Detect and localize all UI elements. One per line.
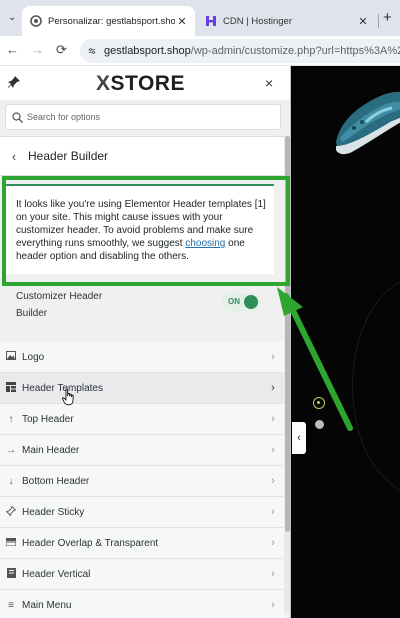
tab-separator bbox=[378, 14, 379, 28]
tab-title: CDN | Hostinger bbox=[223, 15, 292, 27]
chevron-right-icon: › bbox=[271, 506, 275, 518]
section-header: ‹ Header Builder bbox=[0, 136, 290, 176]
menu-item-header-overlap[interactable]: Header Overlap & Transparent › bbox=[0, 528, 285, 559]
browser-tab-bar: ⌄ Personalizar: gestlabsport.shop ✕ CDN … bbox=[0, 0, 400, 36]
back-button[interactable]: ← bbox=[6, 42, 19, 57]
screenshot-root: ⌄ Personalizar: gestlabsport.shop ✕ CDN … bbox=[0, 0, 400, 618]
arrow-down-icon: ↓ bbox=[8, 475, 14, 487]
chevron-right-icon: › bbox=[271, 475, 275, 487]
arrow-up-icon: ↑ bbox=[8, 413, 14, 425]
menu-item-header-templates[interactable]: Header Templates › bbox=[0, 373, 285, 404]
section-back-button[interactable]: ‹ bbox=[0, 149, 28, 164]
vertical-icon bbox=[0, 567, 22, 581]
pin-icon[interactable] bbox=[7, 75, 21, 89]
section-title: Header Builder bbox=[28, 149, 109, 163]
customizer-header-builder-toggle-row: Customizer Header Builder ON bbox=[0, 282, 290, 328]
chevron-right-icon: › bbox=[271, 568, 275, 580]
site-preview: ‹ bbox=[292, 66, 400, 618]
search-input[interactable] bbox=[27, 112, 267, 122]
switch-state: ON bbox=[228, 297, 240, 306]
xstore-logo: XSTORE bbox=[96, 72, 185, 95]
slider-dot-active[interactable] bbox=[313, 397, 325, 409]
chrome-favicon-icon bbox=[30, 15, 42, 27]
url-host: gestlabsport.shop bbox=[103, 45, 191, 57]
toggle-label: Customizer Header Builder bbox=[16, 291, 103, 319]
tab-hostinger[interactable]: CDN | Hostinger ✕ bbox=[198, 6, 376, 36]
sneaker-image bbox=[336, 91, 400, 155]
reload-button[interactable]: ⟳ bbox=[56, 42, 67, 58]
search-icon bbox=[12, 111, 23, 123]
chevron-right-icon: › bbox=[271, 599, 275, 611]
header-builder-menu: Logo › Header Templates › ↑ Top Header ›… bbox=[0, 342, 285, 618]
background-ring bbox=[352, 276, 400, 496]
pin-icon bbox=[0, 505, 22, 519]
chevron-right-icon: › bbox=[271, 413, 275, 425]
slider-dot[interactable] bbox=[315, 420, 324, 429]
hand-cursor-icon bbox=[62, 388, 74, 406]
menu-item-header-sticky[interactable]: Header Sticky › bbox=[0, 497, 285, 528]
tab-title: Personalizar: gestlabsport.shop bbox=[48, 15, 175, 27]
menu-item-main-header[interactable]: → Main Header › bbox=[0, 435, 285, 466]
menu-item-bottom-header[interactable]: ↓ Bottom Header › bbox=[0, 466, 285, 497]
chevron-right-icon: › bbox=[271, 444, 275, 456]
address-bar-row: ← → ⟳ gestlabsport.shop/wp-admin/customi… bbox=[0, 36, 400, 66]
site-settings-icon[interactable] bbox=[88, 46, 96, 56]
image-icon bbox=[0, 351, 22, 363]
new-tab-button[interactable]: + bbox=[383, 9, 392, 26]
arrow-right-icon: → bbox=[6, 444, 16, 456]
close-customizer-button[interactable]: × bbox=[265, 75, 273, 91]
tab-customizer[interactable]: Personalizar: gestlabsport.shop ✕ bbox=[22, 6, 195, 36]
url-path: /wp-admin/customize.php?url=https%3A%2F bbox=[190, 45, 400, 57]
menu-item-main-menu[interactable]: ≡ Main Menu › bbox=[0, 590, 285, 618]
menu-item-top-header[interactable]: ↑ Top Header › bbox=[0, 404, 285, 435]
header-builder-switch[interactable]: ON bbox=[221, 293, 261, 311]
url-field[interactable]: gestlabsport.shop/wp-admin/customize.php… bbox=[80, 39, 400, 63]
menu-item-header-vertical[interactable]: Header Vertical › bbox=[0, 559, 285, 590]
annotation-highlight-box bbox=[2, 176, 290, 286]
collapse-sidebar-button[interactable]: ‹ bbox=[292, 422, 306, 454]
option-search[interactable] bbox=[5, 104, 281, 130]
menu-item-logo[interactable]: Logo › bbox=[0, 342, 285, 373]
customizer-brand-bar: XSTORE × bbox=[0, 66, 290, 100]
hostinger-favicon-icon bbox=[206, 16, 216, 26]
menu-icon: ≡ bbox=[8, 599, 14, 611]
tab-close-icon[interactable]: ✕ bbox=[356, 15, 370, 28]
chevron-right-icon: › bbox=[271, 382, 275, 394]
chevron-right-icon: › bbox=[271, 351, 275, 363]
chevron-right-icon: › bbox=[271, 537, 275, 549]
switch-knob bbox=[244, 295, 258, 309]
forward-button[interactable]: → bbox=[31, 42, 44, 57]
tab-search-chevron-icon[interactable]: ⌄ bbox=[8, 12, 16, 23]
customizer-panel: XSTORE × ‹ Header Builder It looks like … bbox=[0, 66, 291, 618]
tab-close-icon[interactable]: ✕ bbox=[175, 15, 189, 28]
templates-icon bbox=[0, 381, 22, 395]
overlap-icon bbox=[0, 537, 22, 549]
